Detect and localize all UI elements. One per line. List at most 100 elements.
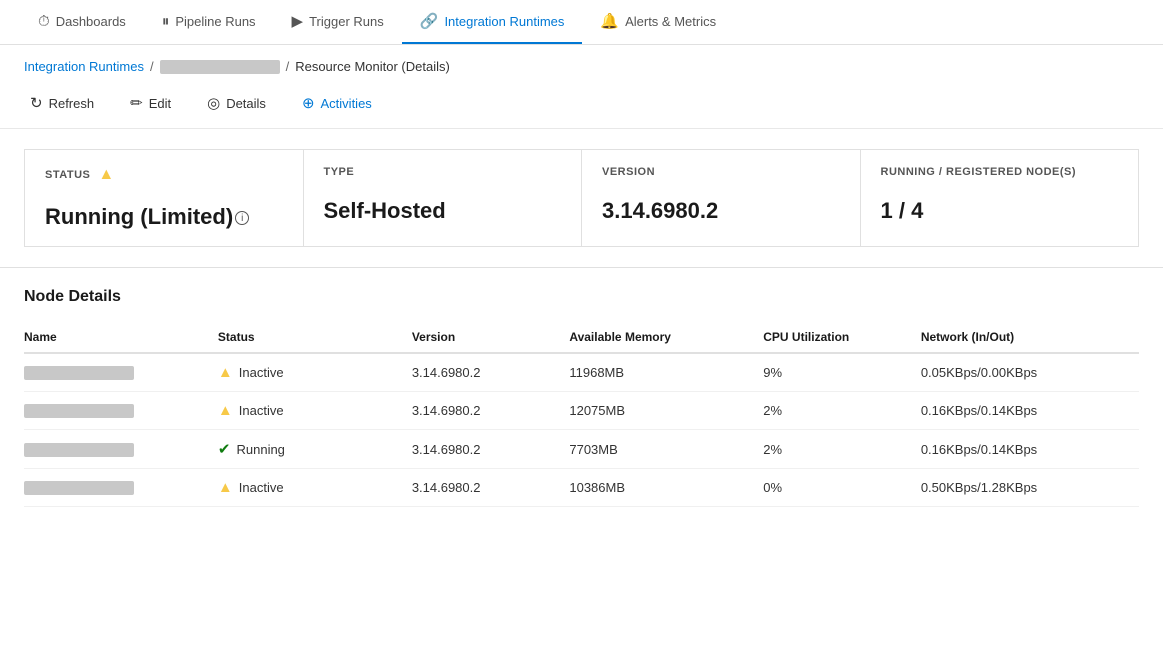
node-name-cell xyxy=(24,353,218,392)
nav-trigger-runs-label: Trigger Runs xyxy=(309,14,384,29)
node-name-redacted xyxy=(24,404,134,418)
activities-button[interactable]: ⊕ Activities xyxy=(296,90,378,116)
node-name-cell xyxy=(24,392,218,430)
node-memory-cell: 12075MB xyxy=(569,392,763,430)
running-icon: ✔ xyxy=(218,440,231,458)
table-row: ▲ Inactive 3.14.6980.212075MB2%0.16KBps/… xyxy=(24,392,1139,430)
breadcrumb-separator-2: / xyxy=(286,59,290,74)
node-network-cell: 0.16KBps/0.14KBps xyxy=(921,392,1139,430)
nav-alerts-metrics[interactable]: 🔔 Alerts & Metrics xyxy=(582,0,734,44)
node-status-cell: ▲ Inactive xyxy=(218,353,412,392)
node-details-section: Node Details Name Status Version Availab… xyxy=(0,268,1163,527)
edit-label: Edit xyxy=(149,96,171,111)
status-card-status-label: STATUS ▲ xyxy=(45,166,283,184)
details-button[interactable]: ◎ Details xyxy=(201,90,272,116)
table-row: ✔ Running 3.14.6980.27703MB2%0.16KBps/0.… xyxy=(24,430,1139,469)
node-name-redacted xyxy=(24,443,134,457)
details-label: Details xyxy=(226,96,266,111)
node-cpu-cell: 9% xyxy=(763,353,921,392)
nav-integration-runtimes-label: Integration Runtimes xyxy=(444,14,564,29)
status-card-version-value: 3.14.6980.2 xyxy=(602,198,840,224)
col-header-cpu: CPU Utilization xyxy=(763,322,921,353)
nav-integration-runtimes[interactable]: 🔗 Integration Runtimes xyxy=(402,0,583,44)
breadcrumb-runtime-name xyxy=(160,60,280,74)
status-card-type: TYPE Self-Hosted xyxy=(303,149,582,247)
warning-icon: ▲ xyxy=(218,479,233,496)
node-memory-cell: 10386MB xyxy=(569,469,763,507)
pipeline-runs-icon: ⏸ xyxy=(162,13,170,30)
node-network-cell: 0.50KBps/1.28KBps xyxy=(921,469,1139,507)
status-info-icon[interactable]: i xyxy=(235,211,249,225)
breadcrumb-current-page: Resource Monitor (Details) xyxy=(295,59,450,74)
col-header-network: Network (In/Out) xyxy=(921,322,1139,353)
breadcrumb-separator-1: / xyxy=(150,59,154,74)
node-name-cell xyxy=(24,430,218,469)
breadcrumb: Integration Runtimes / / Resource Monito… xyxy=(0,45,1163,82)
status-card-type-label: TYPE xyxy=(324,166,562,178)
breadcrumb-link-integration-runtimes[interactable]: Integration Runtimes xyxy=(24,59,144,74)
col-header-name: Name xyxy=(24,322,218,353)
node-details-table: Name Status Version Available Memory CPU… xyxy=(24,322,1139,507)
table-header-row: Name Status Version Available Memory CPU… xyxy=(24,322,1139,353)
details-icon: ◎ xyxy=(207,94,220,112)
nav-dashboards[interactable]: ⏱ Dashboards xyxy=(20,1,144,44)
node-version-cell: 3.14.6980.2 xyxy=(412,430,570,469)
status-card-nodes: RUNNING / REGISTERED NODE(S) 1 / 4 xyxy=(860,149,1140,247)
status-cards-container: STATUS ▲ Running (Limited)i TYPE Self-Ho… xyxy=(0,129,1163,268)
node-status-text: Inactive xyxy=(239,403,284,418)
node-version-cell: 3.14.6980.2 xyxy=(412,469,570,507)
integration-runtimes-icon: 🔗 xyxy=(420,12,439,30)
warning-icon: ▲ xyxy=(218,402,233,419)
col-header-memory: Available Memory xyxy=(569,322,763,353)
activities-icon: ⊕ xyxy=(302,94,315,112)
warning-icon: ▲ xyxy=(218,364,233,381)
node-status-cell: ▲ Inactive xyxy=(218,392,412,430)
nav-trigger-runs[interactable]: ▶ Trigger Runs xyxy=(274,0,402,44)
node-cpu-cell: 0% xyxy=(763,469,921,507)
status-card-status: STATUS ▲ Running (Limited)i xyxy=(24,149,303,247)
edit-icon: ✏ xyxy=(130,94,143,112)
edit-button[interactable]: ✏ Edit xyxy=(124,90,177,116)
nav-pipeline-runs-label: Pipeline Runs xyxy=(175,14,255,29)
node-status-text: Inactive xyxy=(239,480,284,495)
nav-dashboards-label: Dashboards xyxy=(56,14,126,29)
status-card-nodes-value: 1 / 4 xyxy=(881,198,1119,224)
node-status-cell: ✔ Running xyxy=(218,430,412,469)
node-name-cell xyxy=(24,469,218,507)
status-card-status-value: Running (Limited)i xyxy=(45,204,283,230)
status-warning-icon: ▲ xyxy=(98,166,114,184)
node-network-cell: 0.05KBps/0.00KBps xyxy=(921,353,1139,392)
node-cpu-cell: 2% xyxy=(763,392,921,430)
node-name-redacted xyxy=(24,481,134,495)
node-details-title: Node Details xyxy=(24,288,1139,306)
refresh-button[interactable]: ↻ Refresh xyxy=(24,90,100,116)
alerts-metrics-icon: 🔔 xyxy=(600,12,619,30)
refresh-icon: ↻ xyxy=(30,94,43,112)
col-header-version: Version xyxy=(412,322,570,353)
status-card-version-label: VERSION xyxy=(602,166,840,178)
node-version-cell: 3.14.6980.2 xyxy=(412,353,570,392)
col-header-status: Status xyxy=(218,322,412,353)
node-status-cell: ▲ Inactive xyxy=(218,469,412,507)
trigger-runs-icon: ▶ xyxy=(292,12,304,30)
dashboards-icon: ⏱ xyxy=(38,13,50,30)
status-card-version: VERSION 3.14.6980.2 xyxy=(581,149,860,247)
refresh-label: Refresh xyxy=(49,96,95,111)
node-network-cell: 0.16KBps/0.14KBps xyxy=(921,430,1139,469)
nav-alerts-metrics-label: Alerts & Metrics xyxy=(625,14,716,29)
toolbar: ↻ Refresh ✏ Edit ◎ Details ⊕ Activities xyxy=(0,82,1163,129)
node-memory-cell: 7703MB xyxy=(569,430,763,469)
node-name-redacted xyxy=(24,366,134,380)
table-row: ▲ Inactive 3.14.6980.211968MB9%0.05KBps/… xyxy=(24,353,1139,392)
table-row: ▲ Inactive 3.14.6980.210386MB0%0.50KBps/… xyxy=(24,469,1139,507)
nav-pipeline-runs[interactable]: ⏸ Pipeline Runs xyxy=(144,1,274,44)
node-version-cell: 3.14.6980.2 xyxy=(412,392,570,430)
node-memory-cell: 11968MB xyxy=(569,353,763,392)
activities-label: Activities xyxy=(321,96,372,111)
top-navigation: ⏱ Dashboards ⏸ Pipeline Runs ▶ Trigger R… xyxy=(0,0,1163,45)
status-card-type-value: Self-Hosted xyxy=(324,198,562,224)
node-status-text: Inactive xyxy=(239,365,284,380)
node-cpu-cell: 2% xyxy=(763,430,921,469)
node-status-text: Running xyxy=(236,442,284,457)
status-card-nodes-label: RUNNING / REGISTERED NODE(S) xyxy=(881,166,1119,178)
